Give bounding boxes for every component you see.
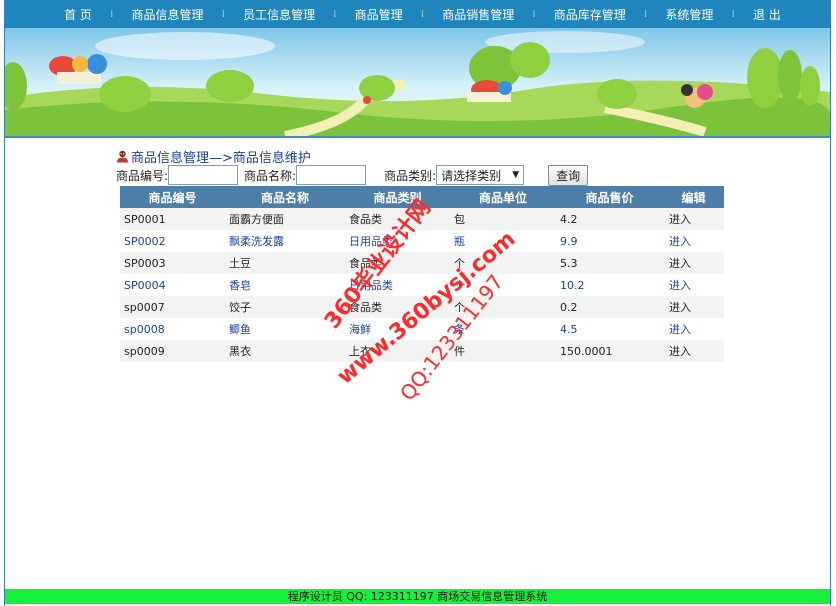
nav-separator: ⁞ bbox=[221, 8, 225, 20]
footer: 程序设计员 QQ: 123311197 商场交易信息管理系统 bbox=[5, 589, 830, 604]
cell-unit: 个 bbox=[450, 252, 556, 274]
cell-unit: 个 bbox=[450, 274, 556, 296]
product-name-input[interactable] bbox=[296, 165, 367, 185]
cell-price: 150.0001 bbox=[556, 340, 663, 362]
nav-separator: ⁞ bbox=[731, 8, 735, 20]
category-label: 商品类别: bbox=[384, 168, 437, 183]
header-banner bbox=[5, 28, 830, 138]
cell-name: 飘柔洗发露 bbox=[225, 230, 345, 252]
cell-name: 黑衣 bbox=[225, 340, 345, 362]
nav-sales-manage[interactable]: 商品销售管理 bbox=[442, 6, 514, 23]
nav-product-info[interactable]: 商品信息管理 bbox=[131, 6, 203, 23]
header-unit: 商品单位 bbox=[450, 186, 556, 208]
breadcrumb-text[interactable]: 商品信息管理—>商品信息维护 bbox=[131, 147, 311, 166]
cell-code: SP0004 bbox=[120, 274, 225, 296]
cell-unit: 包 bbox=[450, 208, 556, 230]
query-button[interactable]: 查询 bbox=[548, 164, 589, 186]
nav-staff-info[interactable]: 员工信息管理 bbox=[243, 6, 315, 23]
nav-home[interactable]: 首 页 bbox=[64, 6, 92, 23]
cell-code: SP0002 bbox=[120, 230, 225, 252]
cell-category: 食品类 bbox=[345, 252, 450, 274]
nav-separator: ⁞ bbox=[333, 8, 337, 20]
cell-category: 食品类 bbox=[345, 296, 450, 318]
product-code-input[interactable] bbox=[168, 165, 239, 185]
cell-unit: 条 bbox=[450, 318, 556, 340]
cell-price: 4.5 bbox=[556, 318, 663, 340]
person-icon bbox=[117, 150, 128, 163]
edit-link[interactable]: 进入 bbox=[663, 318, 724, 340]
app-frame: 首 页 ⁞ 商品信息管理 ⁞ 员工信息管理 ⁞ 商品管理 ⁞ 商品销售管理 ⁞ … bbox=[4, 0, 831, 606]
nav-product-manage[interactable]: 商品管理 bbox=[355, 6, 403, 23]
cell-price: 0.2 bbox=[556, 296, 663, 318]
cell-price: 10.2 bbox=[556, 274, 663, 296]
cell-category: 日用品类 bbox=[345, 274, 450, 296]
top-nav: 首 页 ⁞ 商品信息管理 ⁞ 员工信息管理 ⁞ 商品管理 ⁞ 商品销售管理 ⁞ … bbox=[5, 0, 830, 28]
edit-link[interactable]: 进入 bbox=[663, 208, 724, 230]
cell-category: 日用品类 bbox=[345, 230, 450, 252]
edit-link[interactable]: 进入 bbox=[663, 230, 724, 252]
product-code-label: 商品编号: bbox=[116, 168, 169, 183]
nav-separator: ⁞ bbox=[110, 8, 114, 20]
cell-price: 4.2 bbox=[556, 208, 663, 230]
nav-separator: ⁞ bbox=[532, 8, 536, 20]
table-row: SP0004 香皂 日用品类 个 10.2 进入 bbox=[120, 274, 724, 296]
banner-illustration bbox=[5, 31, 830, 136]
header-edit: 编辑 bbox=[663, 186, 724, 208]
nav-logout[interactable]: 退 出 bbox=[753, 6, 781, 23]
table-row: sp0008 鲫鱼 海鲜 条 4.5 进入 bbox=[120, 318, 724, 340]
cell-price: 9.9 bbox=[556, 230, 663, 252]
table-header-row: 商品编号 商品名称 商品类别 商品单位 商品售价 编辑 bbox=[120, 186, 724, 208]
table-row: SP0003 土豆 食品类 个 5.3 进入 bbox=[120, 252, 724, 274]
cell-name: 鲫鱼 bbox=[225, 318, 345, 340]
cell-name: 面霸方便面 bbox=[225, 208, 345, 230]
cell-code: SP0003 bbox=[120, 252, 225, 274]
table-row: sp0009 黑衣 上衣 件 150.0001 进入 bbox=[120, 340, 724, 362]
cell-price: 5.3 bbox=[556, 252, 663, 274]
edit-link[interactable]: 进入 bbox=[663, 252, 724, 274]
cell-unit: 个 bbox=[450, 296, 556, 318]
category-select[interactable]: 请选择类别 ▼ bbox=[436, 165, 525, 185]
cell-category: 食品类 bbox=[345, 208, 450, 230]
table-row: SP0002 飘柔洗发露 日用品类 瓶 9.9 进入 bbox=[120, 230, 724, 252]
header-product-name: 商品名称 bbox=[225, 186, 345, 208]
cell-name: 香皂 bbox=[225, 274, 345, 296]
header-product-code: 商品编号 bbox=[120, 186, 225, 208]
search-bar: 商品编号: 商品名称: 商品类别: 请选择类别 ▼ 查询 bbox=[116, 164, 589, 186]
cell-code: sp0007 bbox=[120, 296, 225, 318]
header-category: 商品类别 bbox=[345, 186, 450, 208]
cell-category: 上衣 bbox=[345, 340, 450, 362]
cell-code: sp0009 bbox=[120, 340, 225, 362]
edit-link[interactable]: 进入 bbox=[663, 296, 724, 318]
table-row: SP0001 面霸方便面 食品类 包 4.2 进入 bbox=[120, 208, 724, 230]
breadcrumb: 商品信息管理—>商品信息维护 bbox=[116, 147, 311, 166]
nav-stock-manage[interactable]: 商品库存管理 bbox=[554, 6, 626, 23]
category-selected: 请选择类别 bbox=[441, 168, 502, 183]
product-table: 商品编号 商品名称 商品类别 商品单位 商品售价 编辑 SP0001 面霸方便面… bbox=[120, 186, 724, 362]
nav-separator: ⁞ bbox=[644, 8, 648, 20]
cell-category: 海鲜 bbox=[345, 318, 450, 340]
edit-link[interactable]: 进入 bbox=[663, 340, 724, 362]
nav-separator: ⁞ bbox=[420, 8, 425, 20]
cell-code: SP0001 bbox=[120, 208, 225, 230]
cell-unit: 瓶 bbox=[450, 230, 556, 252]
product-name-label: 商品名称: bbox=[244, 168, 297, 183]
cell-code: sp0008 bbox=[120, 318, 225, 340]
cell-unit: 件 bbox=[450, 340, 556, 362]
nav-system-manage[interactable]: 系统管理 bbox=[665, 6, 713, 23]
header-price: 商品售价 bbox=[556, 186, 663, 208]
table-row: sp0007 饺子 食品类 个 0.2 进入 bbox=[120, 296, 724, 318]
cell-name: 饺子 bbox=[225, 296, 345, 318]
cell-name: 土豆 bbox=[225, 252, 345, 274]
chevron-down-icon: ▼ bbox=[512, 170, 520, 180]
edit-link[interactable]: 进入 bbox=[663, 274, 724, 296]
